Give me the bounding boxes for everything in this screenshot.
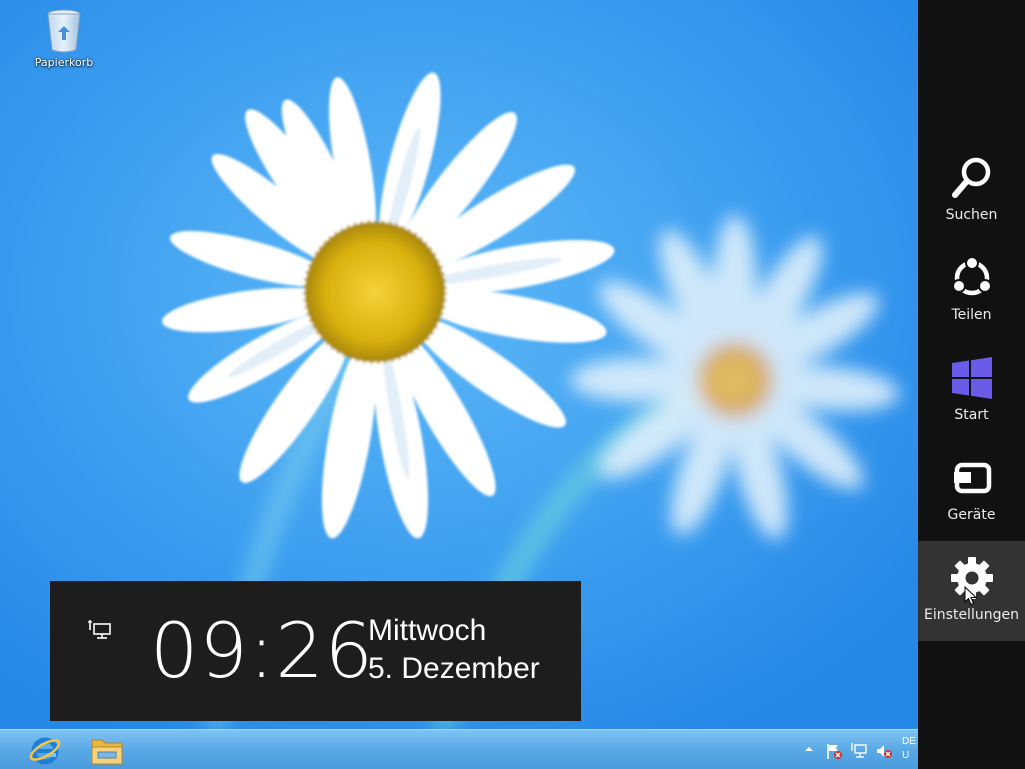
internet-explorer-icon	[29, 737, 61, 765]
recycle-bin-desktop-icon[interactable]: Papierkorb	[28, 6, 100, 78]
action-center-flag-icon[interactable]	[825, 742, 843, 760]
charm-share-label: Teilen	[951, 307, 992, 323]
language-code-line2: U	[902, 750, 910, 761]
volume-muted-icon[interactable]	[875, 742, 893, 760]
show-hidden-icons-icon[interactable]	[803, 744, 815, 754]
clock-time: 09:26	[150, 606, 375, 695]
windows-logo-icon	[951, 357, 992, 399]
charms-bar: Suchen Teilen Start Geräte Einstellungen	[918, 0, 1025, 769]
share-icon	[951, 256, 992, 296]
taskbar-file-explorer-button[interactable]	[80, 732, 134, 768]
recycle-bin-label: Papierkorb	[34, 56, 94, 69]
input-language-indicator[interactable]: DE U	[902, 735, 918, 763]
taskbar-internet-explorer-button[interactable]	[20, 732, 74, 768]
charm-search[interactable]: Suchen	[918, 141, 1025, 241]
recycle-bin-icon	[47, 9, 81, 53]
network-tray-icon[interactable]	[850, 742, 868, 760]
charm-start[interactable]: Start	[918, 341, 1025, 441]
mouse-cursor-icon	[964, 586, 978, 606]
charm-start-label: Start	[954, 407, 989, 423]
charm-devices-label: Geräte	[947, 507, 996, 523]
network-icon	[88, 620, 111, 639]
taskbar: DE U	[0, 729, 918, 769]
devices-icon	[953, 462, 991, 494]
search-icon	[951, 157, 990, 198]
clock-day: Mittwoch	[368, 614, 487, 647]
lock-clock-panel: 09:26 Mittwoch 5. Dezember	[50, 581, 581, 721]
charm-search-label: Suchen	[945, 207, 998, 223]
desktop[interactable]: Papierkorb 09:26 Mittwoch 5. Dezember	[0, 0, 918, 729]
charm-devices[interactable]: Geräte	[918, 441, 1025, 541]
charm-settings-label: Einstellungen	[924, 607, 1019, 623]
charm-share[interactable]: Teilen	[918, 241, 1025, 341]
clock-date: 5. Dezember	[368, 652, 540, 685]
file-explorer-icon	[91, 739, 123, 765]
language-code: DE	[902, 736, 916, 747]
